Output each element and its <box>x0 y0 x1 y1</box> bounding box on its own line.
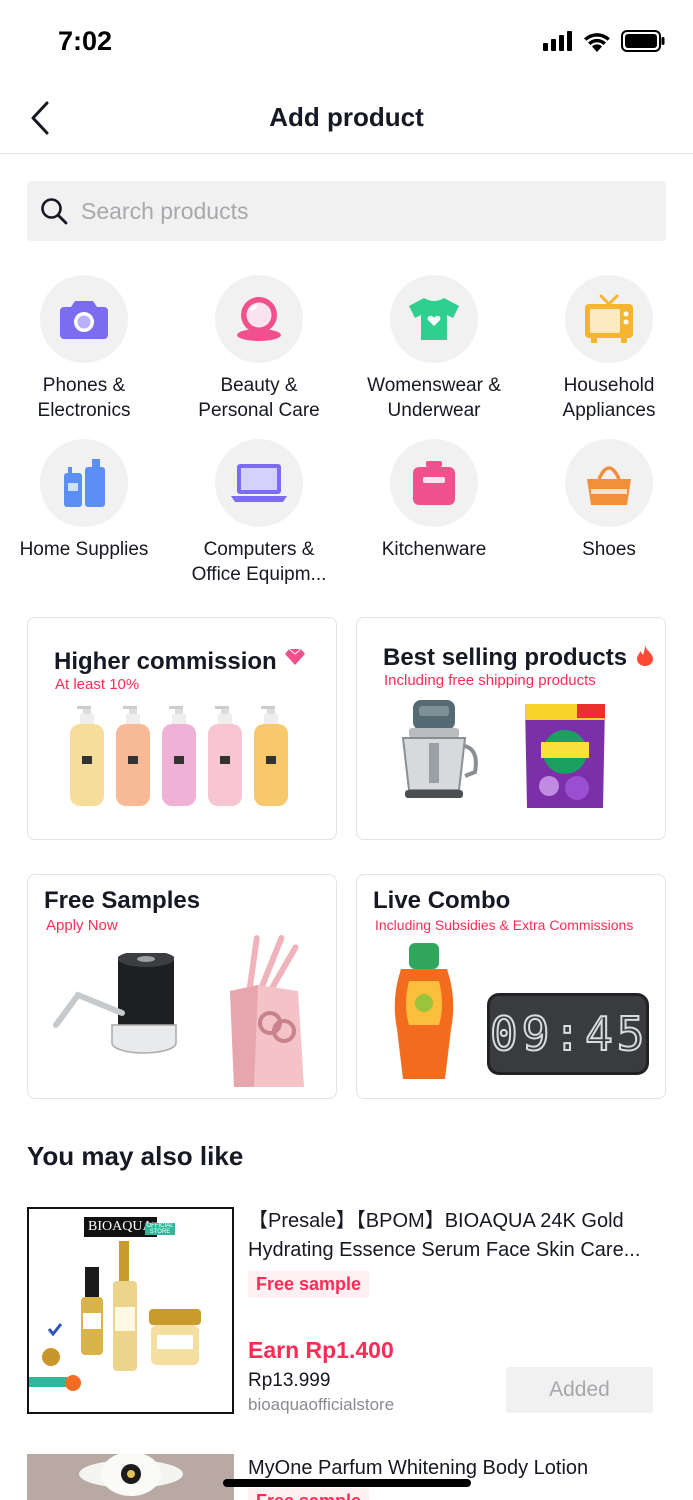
promo-subtitle: At least 10% <box>55 676 140 693</box>
category-womenswear-underwear[interactable]: Womenswear & Underwear <box>347 275 521 423</box>
pot-icon <box>413 461 455 505</box>
alarm-clock-image: 09:45 <box>487 993 649 1075</box>
sunscreen-bottle-image <box>394 943 454 1079</box>
promo-subtitle: Including Subsidies & Extra Commissions <box>375 917 634 933</box>
category-household-appliances[interactable]: Household Appliances <box>522 275 693 423</box>
battery-icon <box>621 30 665 52</box>
promo-best-selling[interactable]: Best selling products Including free shi… <box>356 617 666 840</box>
category-label: Kitchenware <box>381 539 487 560</box>
status-icons <box>543 30 665 52</box>
category-computers-office[interactable]: Computers & Office Equipm... <box>172 439 346 587</box>
category-label: Computers & Office Equipm... <box>191 539 327 585</box>
product-image[interactable]: BIOAQUA OFFICIAL STORE <box>27 1207 234 1414</box>
category-label: Beauty & Personal Care <box>198 375 320 421</box>
signal-icon <box>543 31 572 51</box>
search-box[interactable] <box>27 181 666 241</box>
promo-title: Higher commission <box>54 648 306 676</box>
diamond-icon <box>285 648 306 665</box>
product-image[interactable] <box>27 1454 234 1500</box>
lotion-bottles-image <box>70 706 288 806</box>
promo-title: Live Combo <box>373 887 511 914</box>
section-title: You may also like <box>27 1141 244 1171</box>
tv-icon <box>585 294 633 343</box>
category-phones-electronics[interactable]: Phones & Electronics <box>0 275 171 423</box>
category-label: Phones & Electronics <box>37 375 131 421</box>
fire-icon <box>636 645 653 666</box>
added-button[interactable]: Added <box>506 1367 653 1413</box>
promo-live-combo[interactable]: Live Combo Including Subsidies & Extra C… <box>356 874 666 1099</box>
category-label: Womenswear & Underwear <box>367 375 501 421</box>
category-beauty-personal-care[interactable]: Beauty & Personal Care <box>172 275 346 423</box>
commission-earn: Earn Rp1.400 <box>248 1337 394 1363</box>
promo-higher-commission[interactable]: Higher commission At least 10% <box>27 617 337 840</box>
promo-subtitle: Including free shipping products <box>384 672 596 689</box>
page-title: Add product <box>269 102 424 132</box>
product-card[interactable]: MyOne Parfum Whitening Body Lotion Free … <box>27 1454 666 1500</box>
status-bar: 7:02 <box>0 0 693 80</box>
category-home-supplies[interactable]: Home Supplies <box>0 439 171 562</box>
detergent-pack-image <box>525 704 605 808</box>
serum-products-image <box>29 1241 201 1391</box>
promo-title: Best selling products <box>383 644 654 672</box>
promo-title: Free Samples <box>44 887 201 914</box>
store-name: bioaquaofficialstore <box>248 1395 395 1414</box>
category-label: Household Appliances <box>562 375 656 421</box>
category-shoes[interactable]: Shoes <box>522 439 693 562</box>
status-time: 7:02 <box>58 26 113 56</box>
clock-display: 09:45 <box>489 1006 649 1062</box>
home-indicator <box>223 1479 471 1487</box>
food-chopper-image <box>401 700 478 798</box>
category-kitchenware[interactable]: Kitchenware <box>347 439 521 562</box>
flower-image <box>79 1454 183 1496</box>
search-input[interactable] <box>81 181 666 241</box>
category-label: Shoes <box>582 539 636 560</box>
laptop-icon <box>231 464 287 502</box>
nav-bar: Add product <box>0 80 693 154</box>
search-icon <box>39 196 69 226</box>
bottles-icon <box>64 459 105 507</box>
wifi-icon <box>584 32 610 52</box>
category-label: Home Supplies <box>19 539 149 560</box>
free-sample-badge: Free sample <box>248 1488 370 1500</box>
promo-subtitle: Apply Now <box>46 917 118 934</box>
knife-set-image <box>230 935 304 1087</box>
free-sample-badge: Free sample <box>248 1271 370 1298</box>
camera-icon <box>60 301 108 339</box>
compact-mirror-icon <box>237 297 281 341</box>
official-store-badge: OFFICIAL STORE <box>145 1223 175 1235</box>
product-card[interactable]: BIOAQUA OFFICIAL STORE 【Presale】【BPOM】BI… <box>27 1207 666 1417</box>
product-title[interactable]: 【Presale】【BPOM】BIOAQUA 24K Gold Hydratin… <box>248 1207 663 1265</box>
tshirt-icon <box>409 298 459 340</box>
promo-free-samples[interactable]: Free Samples Apply Now <box>27 874 337 1099</box>
water-dispenser-image <box>53 953 177 1054</box>
product-price: Rp13.999 <box>248 1370 331 1391</box>
bag-icon <box>587 466 631 505</box>
